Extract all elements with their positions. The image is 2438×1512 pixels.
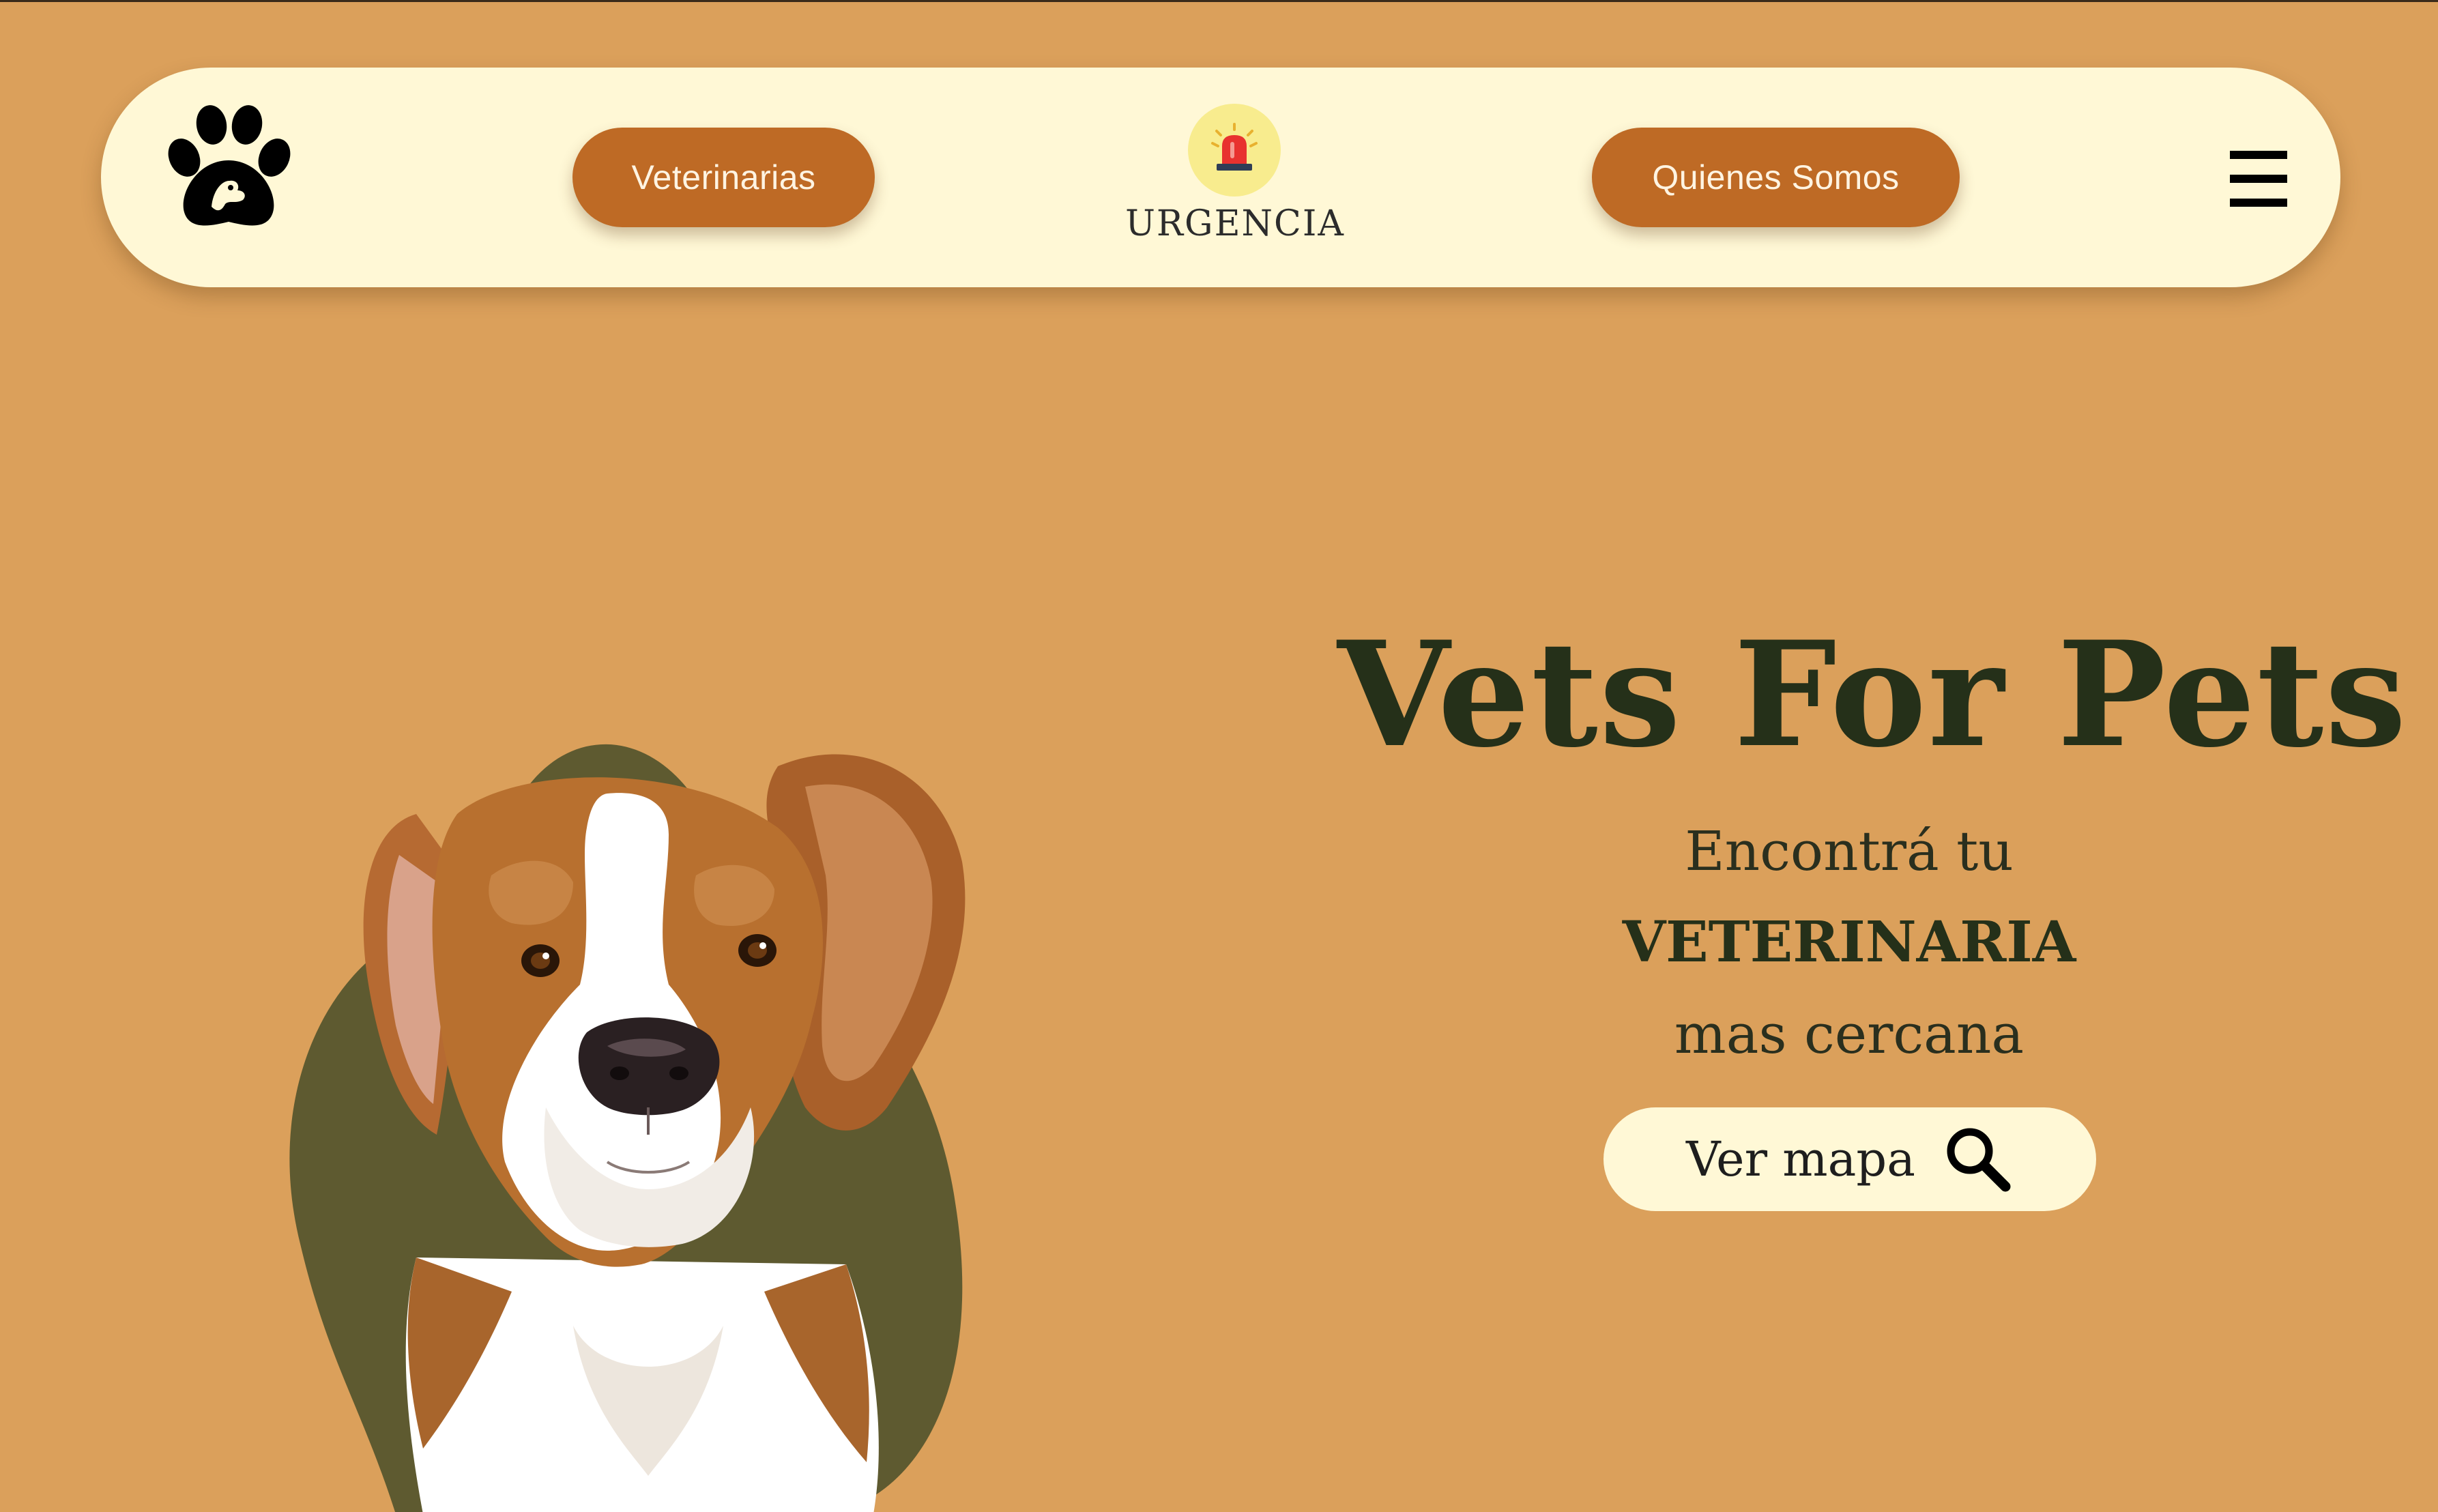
search-icon bbox=[1947, 1128, 2011, 1192]
beagle-dog-photo bbox=[289, 744, 966, 1512]
paw-dog-logo-icon[interactable] bbox=[164, 104, 293, 231]
menu-bar bbox=[2230, 199, 2287, 207]
quienes-somos-button[interactable]: Quienes Somos bbox=[1592, 128, 1960, 227]
hero-subtitle-line3: mas cercana bbox=[1674, 1002, 2025, 1066]
ver-mapa-button[interactable]: Ver mapa bbox=[1603, 1107, 2096, 1211]
menu-bar bbox=[2230, 175, 2287, 183]
menu-bar bbox=[2230, 151, 2287, 159]
quienes-somos-label: Quienes Somos bbox=[1652, 158, 1900, 197]
hero-subtitle-line1: Encontrá tu bbox=[1685, 819, 2014, 883]
urgency-label: URGENCIA bbox=[1125, 203, 1345, 244]
hero-title: Vets For Pets bbox=[1337, 609, 2408, 779]
veterinarias-label: Veterinarias bbox=[631, 158, 816, 197]
hamburger-menu-icon[interactable] bbox=[2230, 149, 2287, 208]
hero-subtitle-line2: VETERINARIA bbox=[1622, 910, 2076, 975]
urgency-circle bbox=[1188, 104, 1281, 197]
ver-mapa-label: Ver mapa bbox=[1686, 1131, 1915, 1187]
urgency-button[interactable]: URGENCIA bbox=[1105, 101, 1365, 251]
siren-icon bbox=[1211, 123, 1258, 171]
veterinarias-button[interactable]: Veterinarias bbox=[572, 128, 875, 227]
